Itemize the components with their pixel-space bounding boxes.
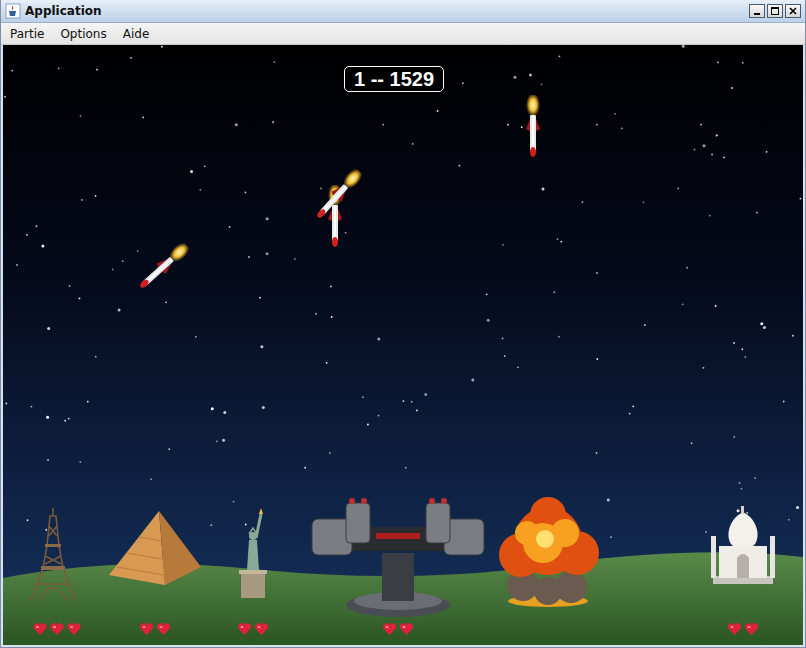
lives: [238, 623, 269, 635]
monument: [25, 506, 81, 602]
heart-icon: [238, 623, 252, 635]
statue-of-liberty-icon: [235, 506, 271, 598]
heart-icon: [745, 623, 759, 635]
window-buttons: [749, 4, 801, 18]
menu-item[interactable]: Partie: [4, 25, 50, 43]
taj-mahal-icon: [709, 506, 777, 586]
menu-item[interactable]: Aide: [117, 25, 156, 43]
lives: [383, 623, 414, 635]
monument: [235, 506, 271, 598]
heart-icon: [140, 623, 154, 635]
monument: [306, 493, 490, 619]
missile: [523, 95, 543, 163]
heart-icon: [157, 623, 171, 635]
game-canvas[interactable]: 1 -- 1529: [3, 45, 803, 645]
close-button[interactable]: [785, 4, 801, 18]
title-bar: Application: [1, 0, 805, 23]
heart-icon: [728, 623, 742, 635]
missile: [130, 238, 194, 298]
heart-icon: [67, 623, 81, 635]
turret-icon: [306, 493, 490, 619]
score-display: 1 -- 1529: [344, 66, 444, 92]
lives: [140, 623, 171, 635]
heart-icon: [383, 623, 397, 635]
application-window: Application PartieOptions Aide 1 -- 1529: [0, 0, 806, 648]
missile-icon: [523, 95, 543, 159]
explosion-icon: [493, 493, 603, 609]
close-icon: [789, 7, 797, 15]
heart-icon: [255, 623, 269, 635]
heart-icon: [400, 623, 414, 635]
maximize-icon: [771, 7, 779, 15]
monument: [107, 509, 203, 585]
eiffel-tower-icon: [25, 506, 81, 602]
heart-icon: [33, 623, 47, 635]
window-title: Application: [25, 4, 745, 18]
lives: [728, 623, 759, 635]
monument: [709, 506, 777, 586]
java-cup-icon: [5, 3, 21, 19]
minimize-icon: [753, 7, 761, 15]
menu-bar: PartieOptions Aide: [1, 23, 805, 45]
minimize-button[interactable]: [749, 4, 765, 18]
maximize-button[interactable]: [767, 4, 783, 18]
heart-icon: [50, 623, 64, 635]
pyramid-icon: [107, 509, 203, 585]
menu-item[interactable]: Options: [54, 25, 112, 43]
destroyed-monument: [493, 493, 603, 609]
missile-icon: [133, 238, 194, 296]
lives: [33, 623, 81, 635]
